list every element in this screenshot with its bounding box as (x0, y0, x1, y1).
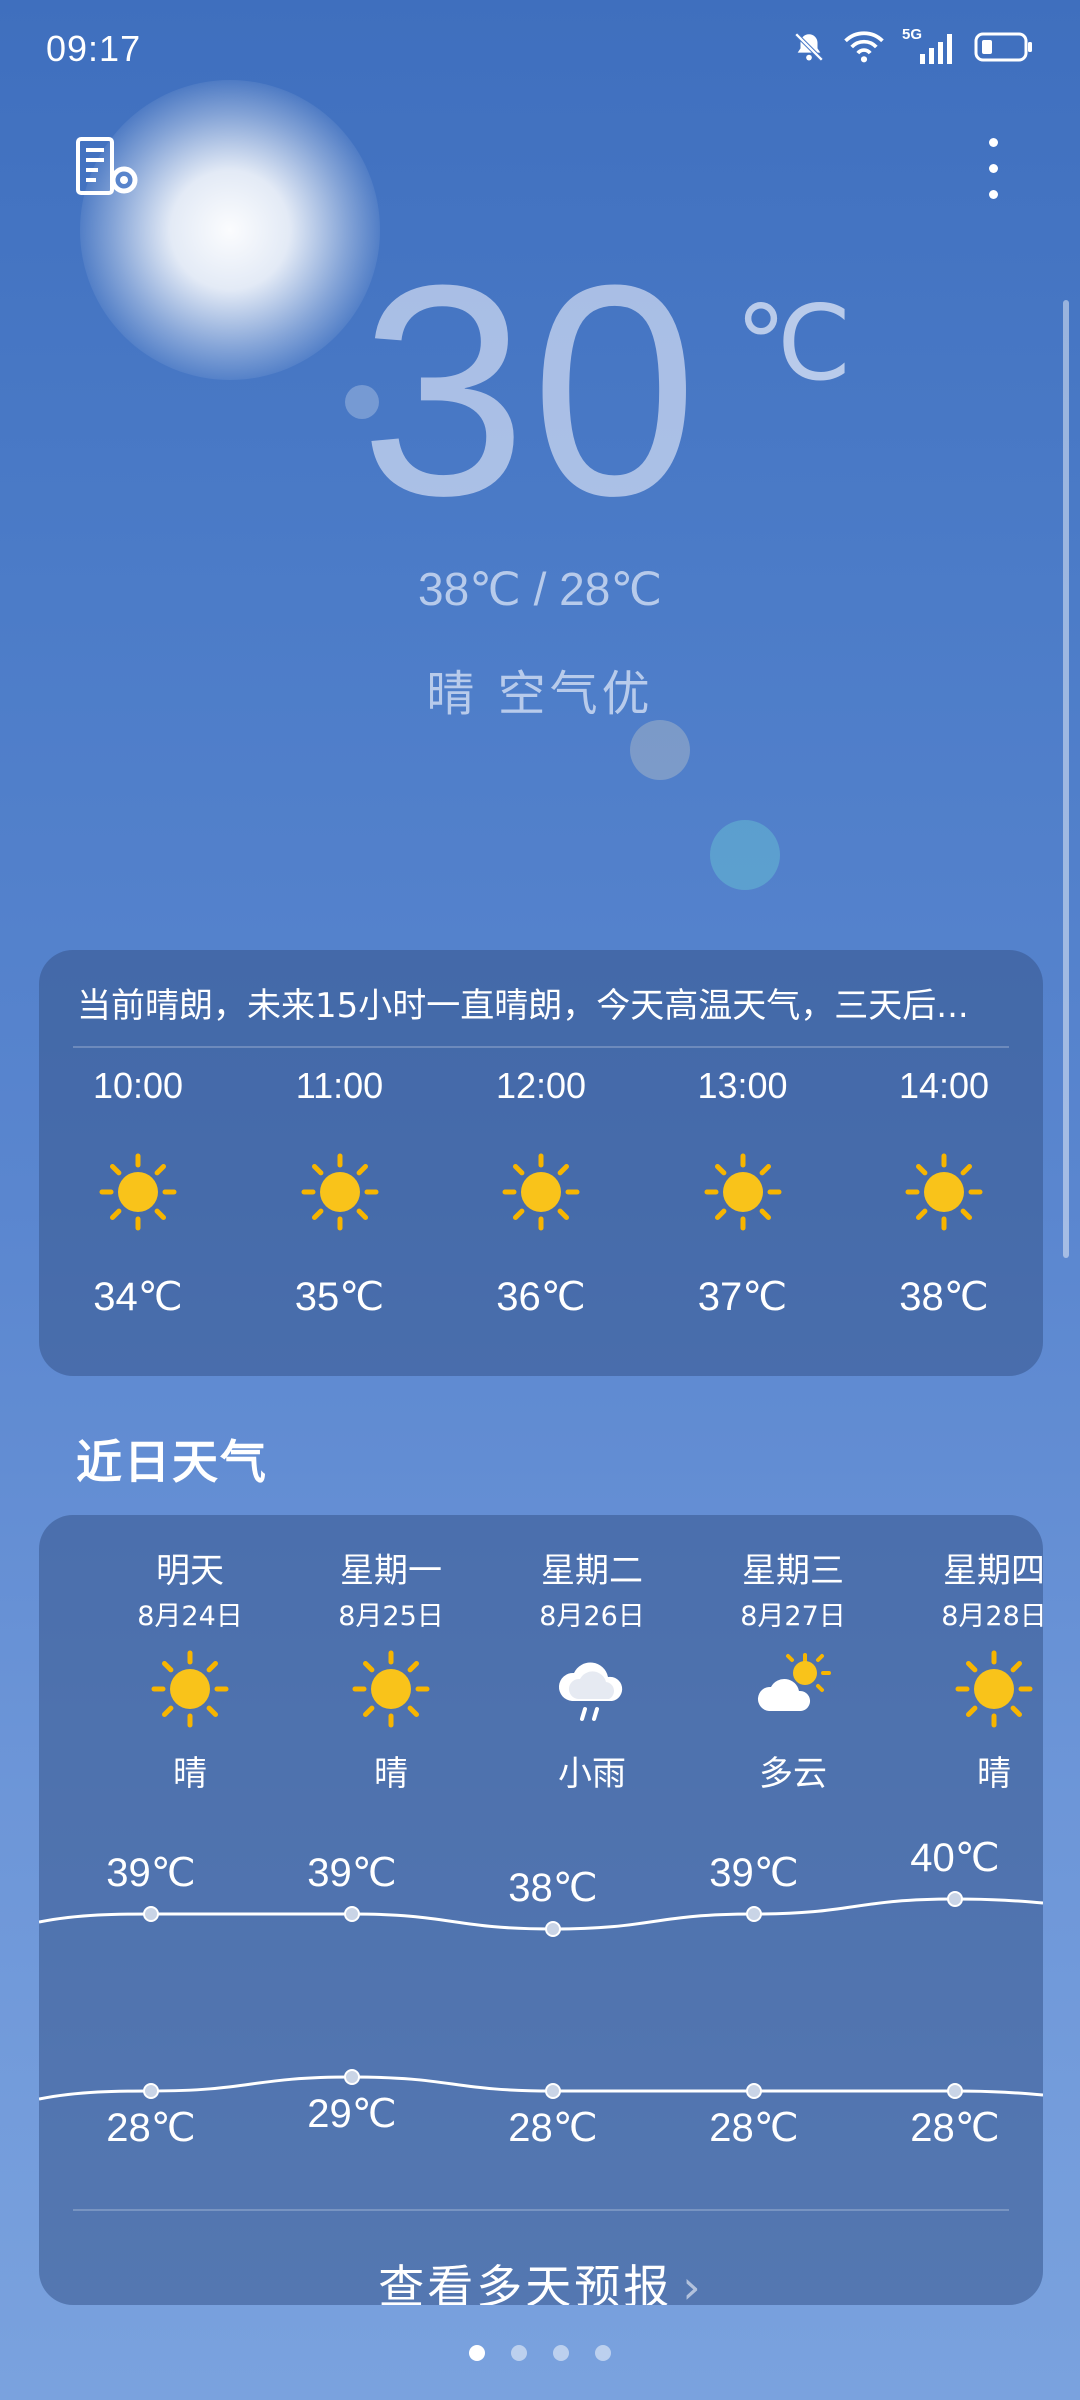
temperature-point (746, 1906, 762, 1922)
signal-5g-icon: 5G (902, 26, 956, 64)
status-time: 09:17 (46, 28, 142, 69)
wifi-icon (844, 31, 884, 63)
network-type-label: 5G (902, 26, 923, 43)
hour-time: 11:00 (295, 1065, 384, 1106)
low-temperature-label: 28℃ (709, 2106, 799, 2150)
divider (73, 1046, 1009, 1048)
view-more-label: 查看多天预报 (378, 2260, 673, 2305)
temperature-unit: ℃ (735, 286, 852, 402)
temperature-point (947, 2083, 963, 2099)
low-temperature-label: 28℃ (910, 2106, 1000, 2150)
city-manage-icon[interactable] (72, 136, 144, 202)
low-temp-curve (39, 2075, 1043, 2101)
temperature-point (545, 1921, 561, 1937)
sunny-icon (265, 1112, 415, 1272)
page-indicator (0, 2345, 1080, 2361)
more-menu-icon[interactable] (978, 134, 1008, 204)
hourly-forecast-card[interactable]: 当前晴朗，未来15小时一直晴朗，今天高温天气，三天后... 10:00 34℃ … (39, 950, 1043, 1376)
temperature-point (545, 2083, 561, 2099)
daily-forecast-card[interactable]: 明天 8月24日 晴 星期一 8月25日 晴 星期二 8月26日 小雨 星期三 … (39, 1515, 1043, 2305)
high-low-temperature: 38℃ / 28℃ (418, 563, 662, 615)
current-condition: 晴 空气优 (426, 666, 654, 722)
hour-temperature: 34℃ (93, 1275, 183, 1319)
weather-summary[interactable]: 当前晴朗，未来15小时一直晴朗，今天高温天气，三天后... (77, 978, 1005, 1027)
temperature-point (344, 1906, 360, 1922)
high-temperature-label: 39℃ (709, 1851, 799, 1895)
hour-time: 10:00 (92, 1065, 184, 1106)
hour-time: 13:00 (697, 1065, 788, 1106)
sunny-icon (869, 1112, 1019, 1272)
recent-weather-title: 近日天气 (76, 1435, 268, 1489)
chevron-right-icon: › (682, 2260, 704, 2305)
temperature-point (746, 2083, 762, 2099)
sunny-icon (668, 1112, 818, 1272)
hour-time: 14:00 (898, 1065, 990, 1106)
hourly-item: 11:00 35℃ (265, 1060, 415, 1322)
high-temperature-label: 40℃ (910, 1836, 1000, 1880)
hourly-item: 10:00 34℃ (63, 1060, 213, 1322)
low-temperature-label: 29℃ (307, 2092, 397, 2136)
battery-icon (974, 32, 1032, 62)
hour-temperature: 36℃ (496, 1275, 586, 1319)
page-dot[interactable] (595, 2345, 611, 2361)
temperature-point (143, 1906, 159, 1922)
scrollbar[interactable] (1063, 300, 1069, 1258)
sunny-icon (63, 1112, 213, 1272)
temperature-point (143, 2083, 159, 2099)
hour-time: 12:00 (495, 1065, 587, 1106)
hourly-item: 13:00 37℃ (668, 1060, 818, 1322)
low-temperature-label: 28℃ (508, 2106, 598, 2150)
high-temperature-label: 38℃ (508, 1866, 598, 1910)
page-dot[interactable] (553, 2345, 569, 2361)
lens-flare (630, 720, 690, 780)
sunny-icon (466, 1112, 616, 1272)
high-temperature-label: 39℃ (307, 1851, 397, 1895)
temperature-point (344, 2069, 360, 2085)
bell-muted-icon (794, 32, 824, 62)
hourly-list: 10:00 34℃ 11:00 35℃ 12:00 36℃ 13:00 37℃ … (39, 1060, 1043, 1322)
high-temperature-label: 39℃ (106, 1851, 196, 1895)
temperature-point (947, 1891, 963, 1907)
hourly-item: 14:00 38℃ (869, 1060, 1019, 1322)
hour-temperature: 35℃ (294, 1275, 385, 1319)
hour-temperature: 38℃ (899, 1275, 989, 1319)
lens-flare (710, 820, 780, 890)
current-temperature: 30 (360, 222, 702, 558)
view-more-forecast-button[interactable]: 查看多天预报 › (39, 2251, 1043, 2305)
sun-glow (80, 80, 380, 380)
low-temperature-label: 28℃ (106, 2106, 196, 2150)
status-icons: 5G (792, 26, 1034, 64)
page-dot[interactable] (511, 2345, 527, 2361)
status-bar: 09:17 5G (0, 0, 1080, 100)
divider (73, 2209, 1009, 2211)
hour-temperature: 37℃ (697, 1275, 788, 1319)
page-dot-active[interactable] (469, 2345, 485, 2361)
hourly-item: 12:00 36℃ (466, 1060, 616, 1322)
